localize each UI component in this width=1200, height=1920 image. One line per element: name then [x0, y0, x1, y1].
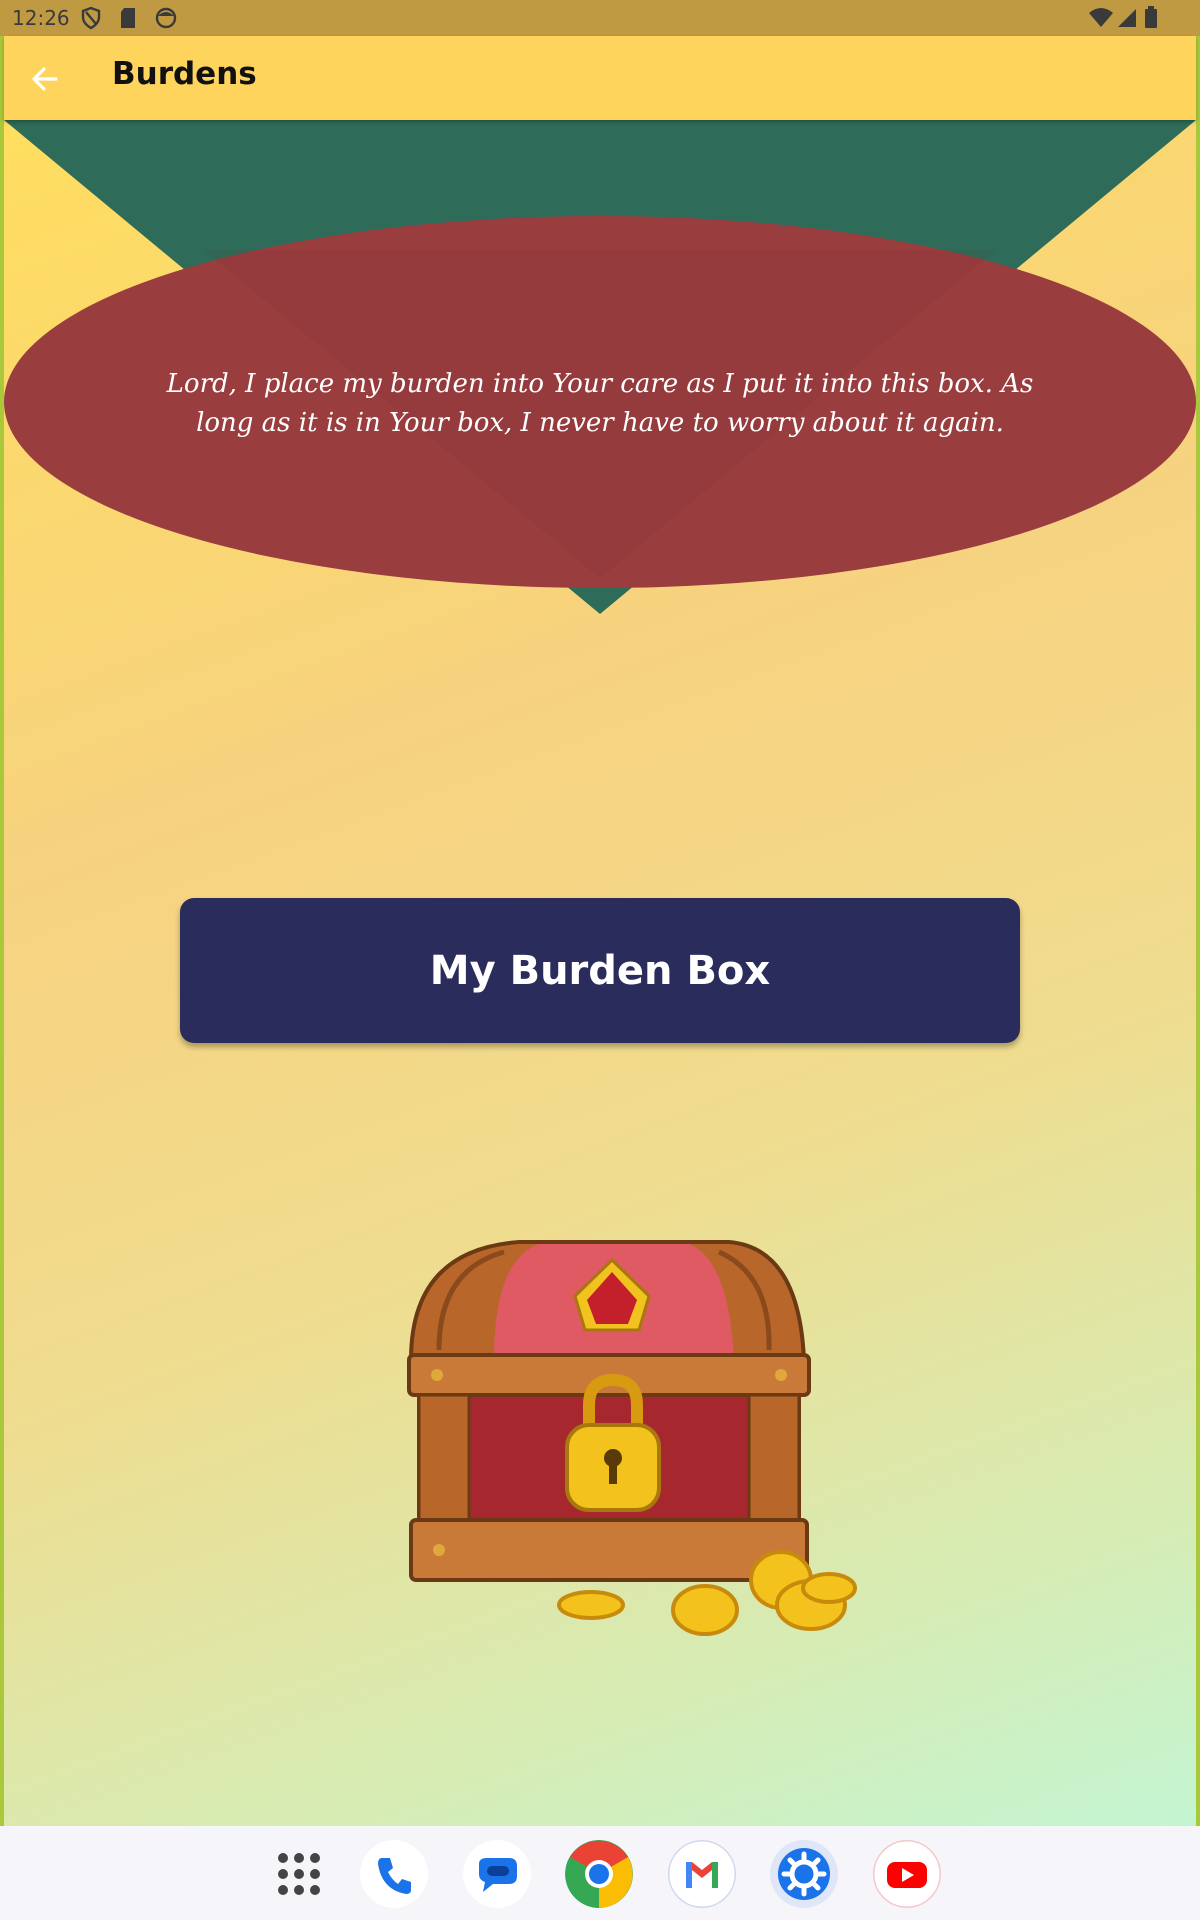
youtube-icon[interactable] — [873, 1840, 941, 1908]
status-bar: 12:26 — [0, 0, 1200, 36]
prayer-text: Lord, I place my burden into Your care a… — [166, 369, 1034, 438]
settings-icon[interactable] — [770, 1840, 838, 1908]
messages-icon[interactable] — [463, 1840, 531, 1908]
treasure-chest-icon — [407, 1240, 857, 1636]
status-time: 12:26 — [12, 6, 70, 30]
dock — [0, 1826, 1200, 1920]
chrome-icon[interactable] — [565, 1840, 633, 1908]
gmail-icon[interactable] — [668, 1840, 736, 1908]
sd-card-icon — [121, 8, 135, 28]
my-burden-box-button[interactable]: My Burden Box — [180, 898, 1020, 1043]
face-icon — [155, 7, 177, 29]
wifi-icon — [1089, 8, 1113, 27]
screen: 12:26 Burdens Lord, I place my burden in… — [0, 0, 1200, 1920]
shield-icon — [81, 6, 101, 30]
battery-icon — [1145, 6, 1157, 28]
signal-icon — [1118, 9, 1136, 27]
app-drawer-icon[interactable] — [265, 1840, 333, 1908]
phone-icon[interactable] — [360, 1840, 428, 1908]
page-title: Burdens — [112, 56, 257, 92]
arrow-back-icon[interactable] — [20, 54, 70, 104]
app-bar: Burdens — [4, 36, 1196, 120]
content-area: Lord, I place my burden into Your care a… — [4, 120, 1196, 1826]
